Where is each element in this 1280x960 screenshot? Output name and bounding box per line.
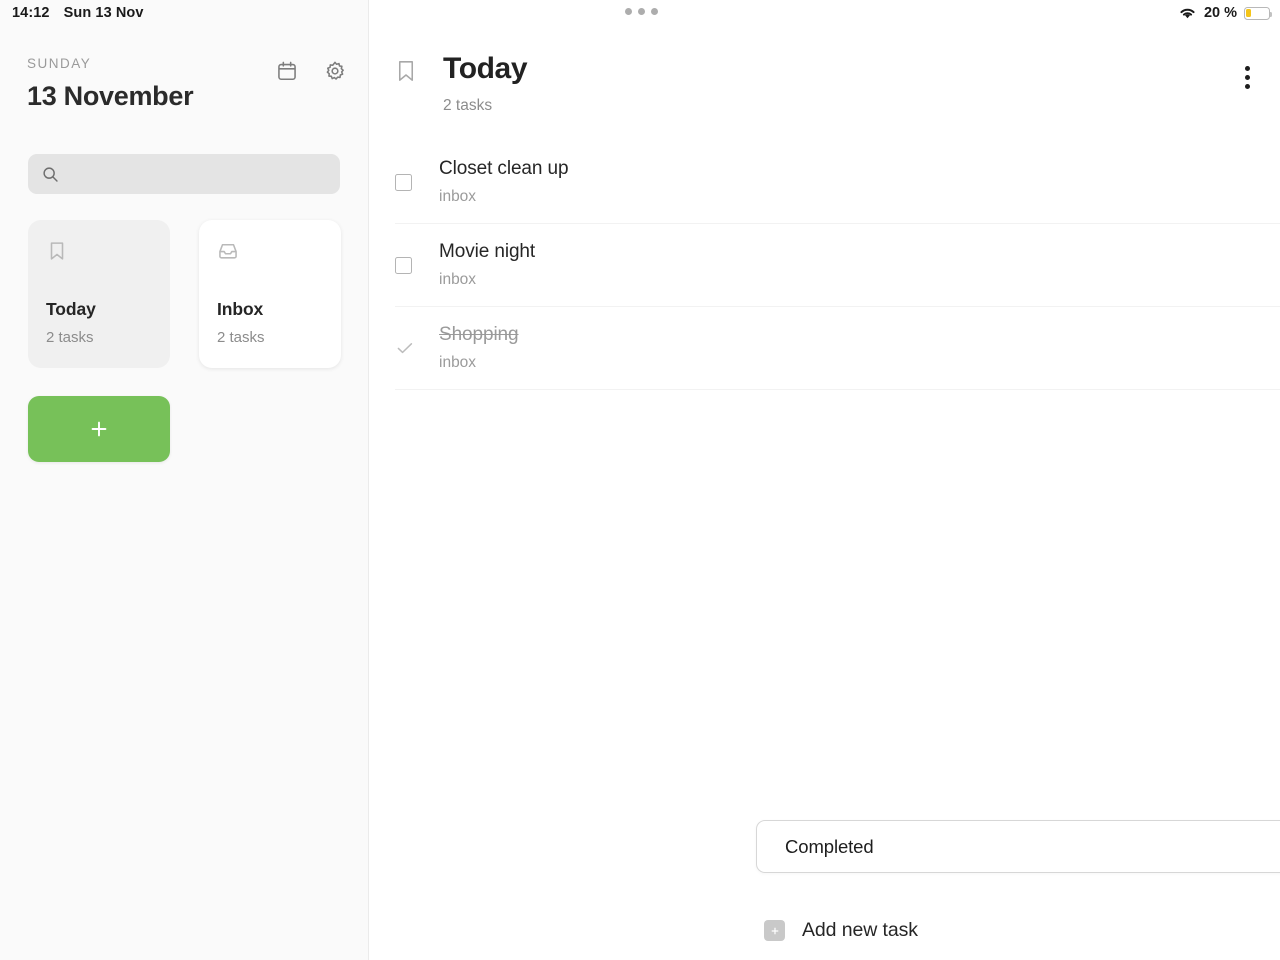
sidebar-card-title: Today [46,299,96,319]
page-subtitle: 2 tasks [443,97,493,114]
add-new-task-label: Add new task [802,919,918,941]
sidebar-card-subtitle: 2 tasks [46,329,94,346]
task-list-label: inbox [439,354,477,371]
search-icon [43,166,58,182]
task-list-label: inbox [439,271,477,288]
status-badge: Completed Undo [756,820,1280,873]
battery-low-icon [1244,6,1273,20]
task-checkbox[interactable] [395,173,439,191]
page-title: Today [443,52,528,85]
main-panel: Today 2 tasks Closet clean up inbox Movi… [369,0,1280,960]
inbox-icon [219,243,237,259]
status-date: Sun 13 Nov [63,5,144,21]
task-list: Closet clean up inbox Movie night inbox … [395,141,1280,390]
task-checkbox[interactable] [395,338,439,358]
sidebar-date: 13 November [27,81,194,111]
wifi-icon [1180,8,1195,19]
gear-icon[interactable] [324,60,346,82]
table-row[interactable]: Shopping inbox [395,307,1280,390]
add-new-task-button[interactable]: Add new task [764,919,918,942]
bookmark-icon [50,242,64,260]
status-indicators: 20 % [1178,5,1273,21]
kebab-menu-icon[interactable] [1241,62,1254,93]
sidebar-card-title: Inbox [217,299,264,319]
table-row[interactable]: Movie night inbox [395,224,1280,307]
task-name: Movie night [439,241,536,262]
sidebar: SUNDAY 13 November Today 2 tasks Inbox 2… [0,0,369,960]
checkmark-icon [397,343,413,354]
task-name: Shopping [439,324,519,345]
sidebar-card-subtitle: 2 tasks [217,329,265,346]
plus-square-icon [764,920,785,941]
main-header: Today 2 tasks [395,52,1254,115]
checkbox-unchecked-icon [395,173,412,191]
sidebar-cards: Today 2 tasks Inbox 2 tasks [28,220,341,368]
sidebar-header: SUNDAY 13 November [27,56,346,112]
add-list-button[interactable] [28,396,170,462]
status-time: 14:12 [12,5,50,21]
sidebar-weekday: SUNDAY [27,56,92,71]
sidebar-card-inbox[interactable]: Inbox 2 tasks [199,220,341,368]
multitasking-handle-icon[interactable] [625,8,658,15]
calendar-icon[interactable] [276,60,298,82]
task-checkbox[interactable] [395,256,439,274]
search-input[interactable] [68,165,326,183]
task-list-label: inbox [439,188,477,205]
battery-percent: 20 % [1203,5,1237,21]
search-bar[interactable] [28,154,340,194]
checkbox-unchecked-icon [395,256,412,274]
snackbar-message: Completed [785,835,874,857]
bookmark-icon [398,61,414,81]
plus-icon [91,421,107,437]
table-row[interactable]: Closet clean up inbox [395,141,1280,224]
sidebar-card-today[interactable]: Today 2 tasks [28,220,170,368]
task-name: Closet clean up [439,158,569,179]
